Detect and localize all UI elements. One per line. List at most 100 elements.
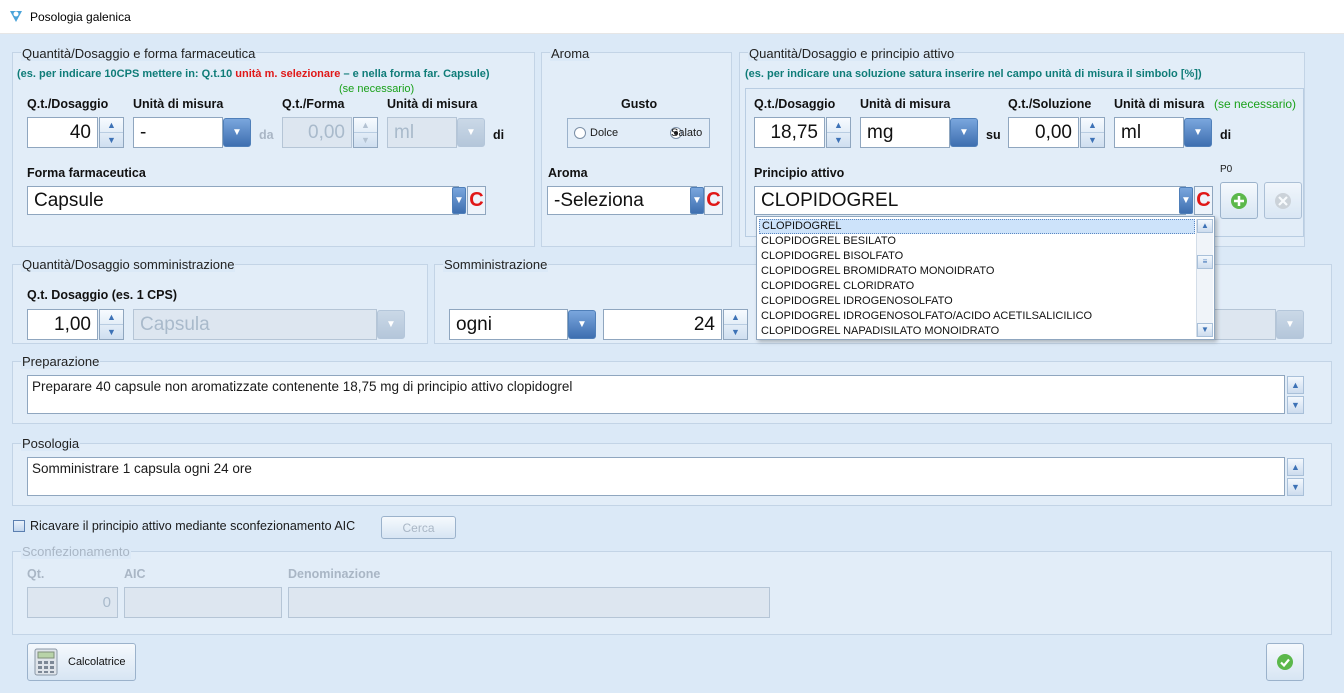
principio-group-title: Quantità/Dosaggio e principio attivo <box>748 46 956 61</box>
principio-hint: (es. per indicare una soluzione satura i… <box>745 68 1202 80</box>
dropdown-item[interactable]: CLOPIDOGREL IDROGENOSOLFATO/ACIDO ACETIL… <box>759 309 1092 324</box>
sconf-denominazione-label: Denominazione <box>288 567 381 581</box>
qt-forma-label: Q.t./Forma <box>282 97 345 111</box>
qt-soluzione-input[interactable]: 0,00 <box>1008 117 1079 148</box>
qt-forma-spinner[interactable]: ▲ ▼ <box>353 117 378 148</box>
di-pa-label: di <box>1220 128 1232 142</box>
intervallo-spinner[interactable]: ▲ ▼ <box>723 309 748 340</box>
dropdown-item[interactable]: CLOPIDOGREL BROMIDRATO MONOIDRATO <box>759 264 994 279</box>
sconf-denominazione-input[interactable] <box>288 587 770 618</box>
su-label: su <box>986 128 1001 142</box>
chevron-down-icon[interactable]: ▼ <box>568 310 596 339</box>
dropdown-item[interactable]: CLOPIDOGREL CLORIDRATO <box>759 279 914 294</box>
chevron-down-icon[interactable]: ▼ <box>452 187 466 214</box>
somm-qt-title: Quantità/Dosaggio somministrazione <box>21 257 236 272</box>
preparazione-scrollbar[interactable]: ▲ ▼ <box>1287 376 1304 414</box>
aroma-label: Aroma <box>548 166 588 180</box>
forma-hint-se-necessario: (se necessario) <box>339 83 415 95</box>
qt-dosaggio-input[interactable]: 40 <box>27 117 98 148</box>
chevron-down-icon[interactable]: ▼ <box>457 118 485 147</box>
chevron-down-icon[interactable]: ▼ <box>950 118 978 147</box>
preparazione-title: Preparazione <box>21 354 101 369</box>
chevron-down-icon[interactable]: ▼ <box>1184 118 1212 147</box>
unita-misura-pa-label: Unità di misura <box>860 97 951 111</box>
add-principio-button[interactable] <box>1220 182 1258 219</box>
chevron-down-icon[interactable]: ▼ <box>377 310 405 339</box>
plus-icon <box>1231 192 1247 209</box>
unita-misura-pa-select[interactable]: mg <box>860 117 950 148</box>
somm-qt-spinner[interactable]: ▲ ▼ <box>99 309 124 340</box>
posologia-textarea[interactable]: Somministrare 1 capsula ogni 24 ore <box>27 457 1285 496</box>
dolce-radio[interactable] <box>574 127 586 139</box>
unita-misura-sol-label: Unità di misura <box>1114 97 1205 111</box>
dropdown-item[interactable]: CLOPIDOGREL NAPADISILATO MONOIDRATO <box>759 324 999 339</box>
preparazione-textarea[interactable]: Preparare 40 capsule non aromatizzate co… <box>27 375 1285 414</box>
title-bar: Posologia galenica <box>0 0 1344 34</box>
somm-qt-input[interactable]: 1,00 <box>27 309 98 340</box>
aroma-group-title: Aroma <box>550 46 591 61</box>
chevron-down-icon[interactable]: ▼ <box>223 118 251 147</box>
calcolatrice-label: Calcolatrice <box>68 656 126 668</box>
qt-dosaggio-pa-label: Q.t./Dosaggio <box>754 97 836 111</box>
dropdown-item[interactable]: CLOPIDOGREL BISOLFATO <box>759 249 903 264</box>
gusto-label: Gusto <box>621 97 658 111</box>
app-icon <box>10 11 22 22</box>
sconfezionamento-title: Sconfezionamento <box>21 544 131 559</box>
somm-qt-label: Q.t. Dosaggio (es. 1 CPS) <box>27 288 178 302</box>
clear-aroma-button[interactable]: C <box>704 186 723 215</box>
chevron-down-icon[interactable]: ▼ <box>1179 187 1193 214</box>
somm-unit-select[interactable]: Capsula <box>133 309 377 340</box>
unita-misura-select[interactable]: - <box>133 117 223 148</box>
sconf-qt-input[interactable]: 0 <box>27 587 118 618</box>
qt-dosaggio-label: Q.t./Dosaggio <box>27 97 109 111</box>
sconf-aic-input[interactable] <box>124 587 282 618</box>
posologia-title: Posologia <box>21 436 81 451</box>
scroll-thumb[interactable]: ≡ <box>1197 255 1213 269</box>
forma-hint: (es. per indicare 10CPS mettere in: Q.t.… <box>17 68 490 80</box>
cerca-button[interactable]: Cerca <box>381 516 456 539</box>
spin-up-icon[interactable]: ▲ <box>100 118 123 132</box>
unita-misura-forma-label: Unità di misura <box>387 97 478 111</box>
qt-soluzione-label: Q.t./Soluzione <box>1008 97 1092 111</box>
aic-checkbox[interactable] <box>13 520 25 532</box>
unita-misura-label: Unità di misura <box>133 97 224 111</box>
forma-farmaceutica-label: Forma farmaceutica <box>27 166 146 180</box>
scroll-up-icon[interactable]: ▲ <box>1287 458 1304 476</box>
scroll-down-icon[interactable]: ▼ <box>1287 396 1304 414</box>
qt-forma-input[interactable]: 0,00 <box>282 117 352 148</box>
intervallo-input[interactable]: 24 <box>603 309 722 340</box>
clear-principio-button[interactable]: C <box>1194 186 1213 215</box>
chevron-down-icon[interactable]: ▼ <box>690 187 704 214</box>
scroll-up-icon[interactable]: ▲ <box>1197 219 1213 233</box>
scroll-up-icon[interactable]: ▲ <box>1287 376 1304 394</box>
qt-dosaggio-pa-input[interactable]: 18,75 <box>754 117 825 148</box>
forma-farmaceutica-select[interactable]: Capsule <box>27 186 459 215</box>
posologia-scrollbar[interactable]: ▲ ▼ <box>1287 458 1304 496</box>
aroma-group <box>541 52 732 247</box>
sconf-qt-label: Qt. <box>27 567 45 581</box>
unita-misura-sol-select[interactable]: ml <box>1114 117 1184 148</box>
intervallo-unit-select[interactable] <box>1214 309 1276 340</box>
spin-down-icon[interactable]: ▼ <box>100 132 123 147</box>
dropdown-item[interactable]: CLOPIDOGREL BESILATO <box>759 234 896 249</box>
da-label: da <box>259 128 274 142</box>
remove-principio-button[interactable] <box>1264 182 1302 219</box>
aroma-select[interactable]: -Seleziona <box>547 186 697 215</box>
calcolatrice-button[interactable]: Calcolatrice <box>27 643 136 681</box>
frequenza-select[interactable]: ogni <box>449 309 568 340</box>
qt-dosaggio-spinner[interactable]: ▲ ▼ <box>99 117 124 148</box>
qt-dosaggio-pa-spinner[interactable]: ▲ ▼ <box>826 117 851 148</box>
dropdown-item[interactable]: CLOPIDOGREL IDROGENOSOLFATO <box>759 294 953 309</box>
forma-group-title: Quantità/Dosaggio e forma farmaceutica <box>21 46 257 61</box>
confirm-button[interactable] <box>1266 643 1304 681</box>
principio-dropdown-list[interactable]: CLOPIDOGREL CLOPIDOGREL BESILATO CLOPIDO… <box>756 216 1215 340</box>
dropdown-scrollbar[interactable]: ▲ ≡ ▼ <box>1196 219 1213 337</box>
dropdown-item[interactable]: CLOPIDOGREL <box>759 219 1195 234</box>
chevron-down-icon[interactable]: ▼ <box>1276 310 1304 339</box>
unita-misura-forma-select[interactable]: ml <box>387 117 457 148</box>
scroll-down-icon[interactable]: ▼ <box>1197 323 1213 337</box>
principio-attivo-input[interactable]: CLOPIDOGREL <box>754 186 1186 215</box>
qt-soluzione-spinner[interactable]: ▲ ▼ <box>1080 117 1105 148</box>
clear-forma-button[interactable]: C <box>467 186 486 215</box>
scroll-down-icon[interactable]: ▼ <box>1287 478 1304 496</box>
